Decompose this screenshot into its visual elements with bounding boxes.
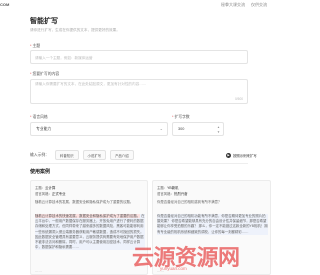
title-placeholder: 请输入一个主题，例如：新媒体运营 [35, 56, 93, 60]
page-title: 智能扩写 [30, 18, 58, 25]
content-placeholder: 请输入你需要扩写的文本，在此处粘贴原文，更加有针对性的内容…… [35, 82, 147, 86]
card-topic-value: YB新机 [167, 186, 179, 190]
example-chip-novel[interactable]: 小说扩写 [82, 150, 107, 160]
card-output: 随着云计算技术的快速发展，数据安全和隐私保护成为了重要的议题。 在云平台中，一般… [35, 214, 145, 251]
style-select[interactable]: 专业能力 ⌄ [30, 122, 168, 136]
title-input[interactable]: 请输入一个主题，例如：新媒体运营 [30, 50, 248, 64]
example-card-right[interactable]: 主题：YB新机 语言风格：热烈兴奋 你是否曾经对自己的相机感到有所不满意？ 你是… [152, 180, 271, 275]
examples-title: 使用案例 [30, 169, 51, 175]
top-link-community[interactable]: 秘拳大课交流 [221, 2, 245, 8]
card-input-text: 你是否曾经对自己的相机感到有所不满意？ [157, 200, 222, 204]
length-label: * 扩写字数 [172, 115, 190, 120]
required-mark: * [30, 72, 32, 76]
title-label-text: 主题 [32, 44, 41, 48]
card-input-text: 随着云计算技术的发展，数据安全和隐私保护成为了重要的议题。 [35, 200, 134, 204]
card-topic-key: 主题： [35, 186, 46, 190]
style-label: * 语言风格 [30, 115, 48, 120]
card-style-key: 语言风格： [157, 192, 174, 196]
length-value: 300 [178, 127, 185, 131]
example-chip-science[interactable]: 科普知识 [54, 150, 79, 160]
card-topic: 主题：云计算 [35, 185, 55, 190]
card-tail: …… [157, 269, 164, 273]
length-label-text: 扩写字数 [174, 115, 190, 119]
style-select-value: 专业能力 [36, 127, 52, 131]
example-card-left[interactable]: 主题：云计算 语言风格：正式专业 随着云计算技术的发展，数据安全和隐私保护成为了… [30, 180, 148, 275]
card-input: 随着云计算技术的发展，数据安全和隐私保护成为了重要的议题。 [35, 200, 143, 205]
chevron-down-icon: ⌄ [159, 126, 163, 131]
card-tail: …… [35, 269, 42, 273]
generate-label: 按照示例来扩写 [233, 153, 257, 158]
card-style-value: 正式专业 [51, 192, 66, 196]
card-topic-key: 主题： [157, 186, 168, 190]
required-mark: * [172, 115, 174, 119]
stepper-up-icon[interactable]: ▲ [217, 125, 220, 129]
content-counter: 0/500 [235, 97, 243, 101]
card-output-more: 因此数据安全管理具有重要意义，云服务提供商需要有效地保护用户数据不被非法访问和删… [35, 234, 144, 250]
title-label: * 主题 [30, 44, 40, 49]
card-style: 语言风格：正式专业 [35, 191, 66, 196]
top-links: 秘拳大课交流 仅供交流 [221, 2, 267, 8]
content-label-text: 您要扩写的内容 [32, 72, 60, 76]
card-style-key: 语言风格： [35, 192, 52, 196]
card-style-value: 热烈兴奋 [173, 192, 188, 196]
length-stepper[interactable]: 300 ▲ ▼ [172, 122, 224, 136]
generate-from-example-button[interactable]: ▶ 按照示例来扩写 [226, 151, 257, 159]
examples-bar: 输入示例： 科普知识 小说扩写 产品介绍 [30, 150, 134, 160]
play-icon: ▶ [226, 152, 231, 158]
stepper-down-icon[interactable]: ▼ [217, 130, 220, 134]
page-subtitle: 请你进行扩写，生成在你提供的文本，提供更好的效果。 [30, 28, 120, 32]
top-bar: COM 秘拳大课交流 仅供交流 [0, 0, 271, 13]
required-mark: * [30, 44, 32, 48]
examples-bar-label: 输入示例： [30, 152, 49, 157]
card-topic-value: 云计算 [45, 186, 56, 190]
card-topic: 主题：YB新机 [157, 185, 178, 190]
site-logo-fragment[interactable]: COM [0, 2, 9, 7]
content-label: * 您要扩写的内容 [30, 72, 59, 77]
content-textarea[interactable]: 请输入你需要扩写的文本，在此处粘贴原文，更加有针对性的内容…… 0/500 [30, 79, 248, 104]
section-divider [30, 163, 248, 164]
required-mark: * [30, 115, 32, 119]
top-link-notice[interactable]: 仅供交流 [251, 2, 267, 8]
card-style: 语言风格：热烈兴奋 [157, 191, 188, 196]
card-output: 你是否曾经对自己的相机功能有所不满意，你是否期待更加专业的照片拍摄效果？ 你是否… [157, 214, 268, 235]
example-chip-product[interactable]: 产品介绍 [110, 150, 134, 160]
card-output-highlight: 随着云计算技术的快速发展，数据安全和隐私保护成为了重要的议题。 [35, 214, 141, 218]
style-label-text: 语言风格 [32, 115, 48, 119]
card-input: 你是否曾经对自己的相机感到有所不满意？ [157, 200, 267, 205]
